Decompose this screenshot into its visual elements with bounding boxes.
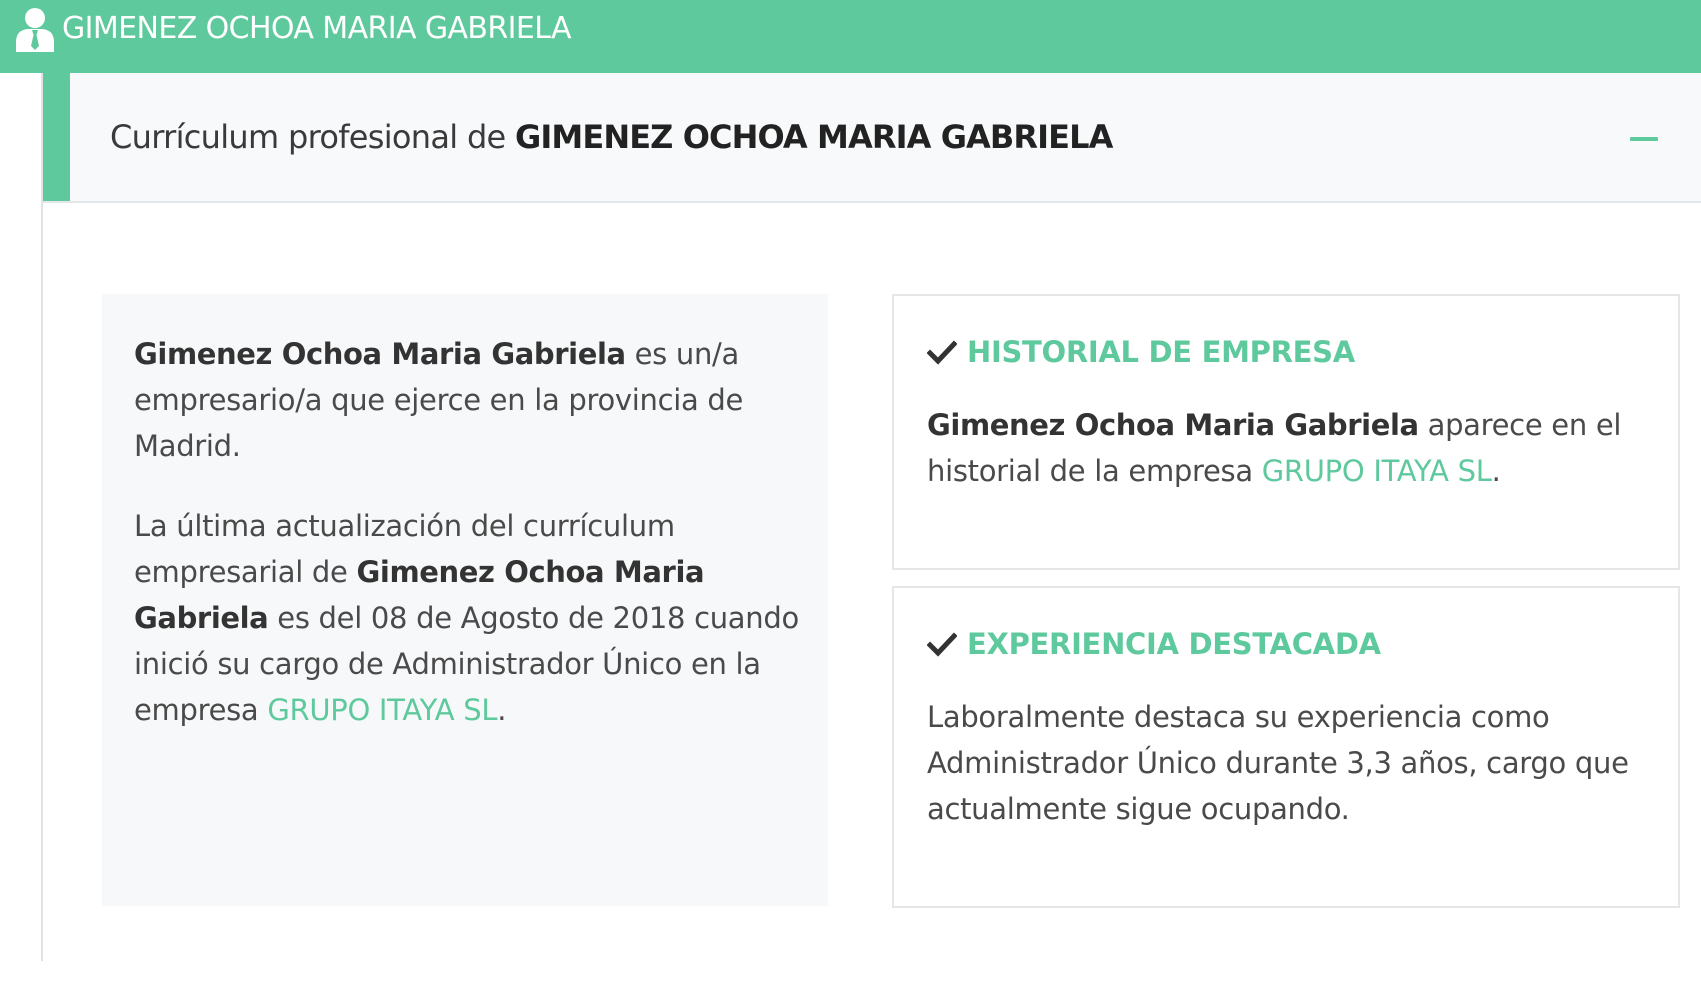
company-link[interactable]: GRUPO ITAYA SL — [1262, 454, 1492, 488]
summary-paragraph-1: Gimenez Ochoa Maria Gabriela es un/a emp… — [134, 331, 808, 469]
experience-card-title-text: EXPERIENCIA DESTACADA — [967, 627, 1381, 661]
summary-text: . — [497, 693, 507, 727]
top-bar: GIMENEZ OCHOA MARIA GABRIELA — [0, 0, 1701, 73]
history-card-title: HISTORIAL DE EMPRESA — [927, 332, 1648, 372]
company-link[interactable]: GRUPO ITAYA SL — [267, 693, 497, 727]
history-card-body: Gimenez Ochoa Maria Gabriela aparece en … — [927, 402, 1648, 494]
summary-name: Gimenez Ochoa Maria Gabriela — [134, 337, 626, 371]
history-card: HISTORIAL DE EMPRESA Gimenez Ochoa Maria… — [892, 294, 1680, 570]
summary-paragraph-2: La última actualización del currículum e… — [134, 503, 808, 733]
page-title: GIMENEZ OCHOA MARIA GABRIELA — [62, 11, 572, 46]
minus-icon — [1630, 137, 1658, 141]
check-icon — [927, 632, 957, 657]
experience-card-body: Laboralmente destaca su experiencia como… — [927, 700, 1629, 826]
history-card-title-text: HISTORIAL DE EMPRESA — [967, 335, 1355, 369]
heading-prefix: Currículum profesional de — [110, 118, 506, 156]
experience-card-title: EXPERIENCIA DESTACADA — [927, 624, 1648, 664]
summary-box: Gimenez Ochoa Maria Gabriela es un/a emp… — [102, 294, 828, 906]
experience-card: EXPERIENCIA DESTACADA Laboralmente desta… — [892, 586, 1680, 908]
check-icon — [927, 340, 957, 365]
panel-header: Currículum profesional de GIMENEZ OCHOA … — [43, 73, 1701, 203]
panel-accent-bar — [43, 73, 70, 201]
left-divider — [41, 73, 43, 961]
panel-heading: Currículum profesional de GIMENEZ OCHOA … — [110, 117, 1113, 157]
collapse-button[interactable] — [1628, 124, 1662, 154]
heading-name: GIMENEZ OCHOA MARIA GABRIELA — [515, 118, 1113, 156]
user-icon — [16, 8, 54, 52]
history-text: . — [1491, 454, 1501, 488]
history-name: Gimenez Ochoa Maria Gabriela — [927, 408, 1419, 442]
